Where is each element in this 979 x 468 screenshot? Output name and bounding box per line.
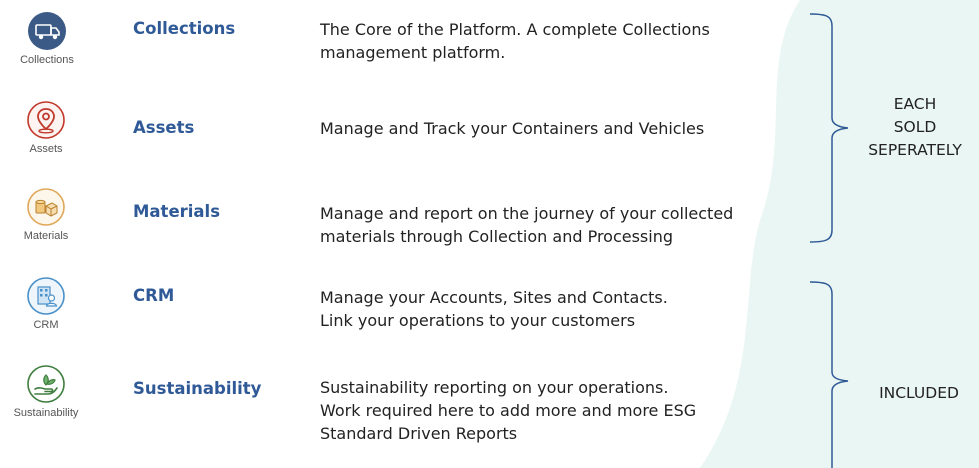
description-line: Manage your Accounts, Sites and Contacts…	[320, 288, 668, 307]
description-line: management platform.	[320, 43, 506, 62]
description-line: Sustainability reporting on your operati…	[320, 378, 669, 397]
description-line: Standard Driven Reports	[320, 424, 518, 443]
group-label-line: INCLUDED	[879, 384, 959, 402]
group-label-line: EACH	[893, 95, 937, 113]
truck-icon	[28, 12, 66, 50]
module-icon-sustainability: Sustainability	[2, 364, 90, 419]
icon-caption-materials: Materials	[23, 230, 69, 242]
icon-caption-crm: CRM	[33, 319, 59, 331]
building-person-icon	[27, 277, 65, 315]
module-description-collections: The Core of the Platform. A complete Col…	[320, 18, 710, 64]
group-label-sold-separately: EACH SOLD SEPERATELY	[856, 93, 974, 162]
module-name-collections: Collections	[133, 19, 236, 38]
icon-caption-assets: Assets	[29, 143, 63, 155]
module-icon-assets: Assets	[2, 100, 90, 155]
description-line: Manage and Track your Containers and Veh…	[320, 119, 705, 138]
curly-brace-sold-separately	[809, 13, 849, 243]
module-icon-collections: Collections	[3, 11, 91, 66]
group-label-line: SEPERATELY	[868, 141, 962, 159]
icon-caption-sustainability: Sustainability	[13, 407, 79, 419]
curly-brace-included	[809, 281, 849, 468]
module-description-assets: Manage and Track your Containers and Veh…	[320, 117, 704, 140]
module-icon-materials: Materials	[2, 187, 90, 242]
description-line: Manage and report on the journey of your…	[320, 204, 734, 223]
module-description-materials: Manage and report on the journey of your…	[320, 202, 733, 248]
module-name-sustainability: Sustainability	[133, 379, 262, 398]
description-line: materials through Collection and Process…	[320, 227, 674, 246]
hand-leaf-icon	[27, 365, 65, 403]
module-name-crm: CRM	[133, 286, 175, 305]
module-name-assets: Assets	[133, 118, 195, 137]
description-line: Link your operations to your customers	[320, 311, 636, 330]
group-label-included: INCLUDED	[860, 382, 978, 405]
description-line: The Core of the Platform. A complete Col…	[320, 20, 710, 39]
icon-caption-collections: Collections	[20, 54, 74, 66]
module-name-materials: Materials	[133, 202, 221, 221]
module-description-crm: Manage your Accounts, Sites and Contacts…	[320, 286, 668, 332]
boxes-icon	[27, 188, 65, 226]
location-pin-icon	[27, 101, 65, 139]
module-icon-crm: CRM	[2, 276, 90, 331]
module-description-sustainability: Sustainability reporting on your operati…	[320, 376, 696, 445]
group-label-line: SOLD	[893, 118, 937, 136]
description-line: Work required here to add more and more …	[320, 401, 697, 420]
